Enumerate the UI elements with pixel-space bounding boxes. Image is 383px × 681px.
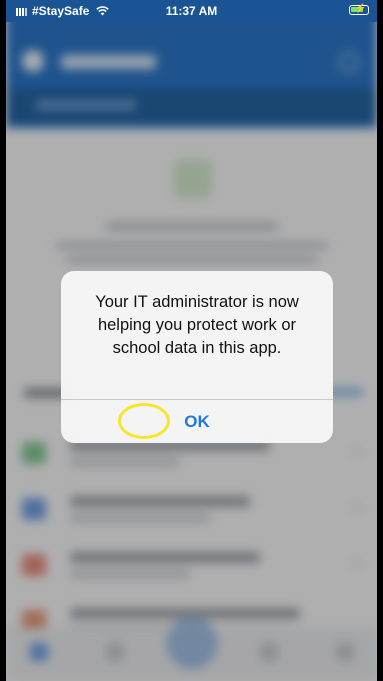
alert-message: Your IT administrator is now helping you… xyxy=(95,293,299,357)
ok-button[interactable]: OK xyxy=(61,400,333,443)
alert-dialog: Your IT administrator is now helping you… xyxy=(61,271,333,443)
status-bar: #StaySafe 11:37 AM ⚡ xyxy=(6,0,377,22)
highlight-circle xyxy=(118,403,170,439)
battery-charging-icon: ⚡ xyxy=(349,3,369,15)
phone-screen: #StaySafe 11:37 AM ⚡ Your IT administrat… xyxy=(6,0,377,681)
clock: 11:37 AM xyxy=(165,4,218,18)
